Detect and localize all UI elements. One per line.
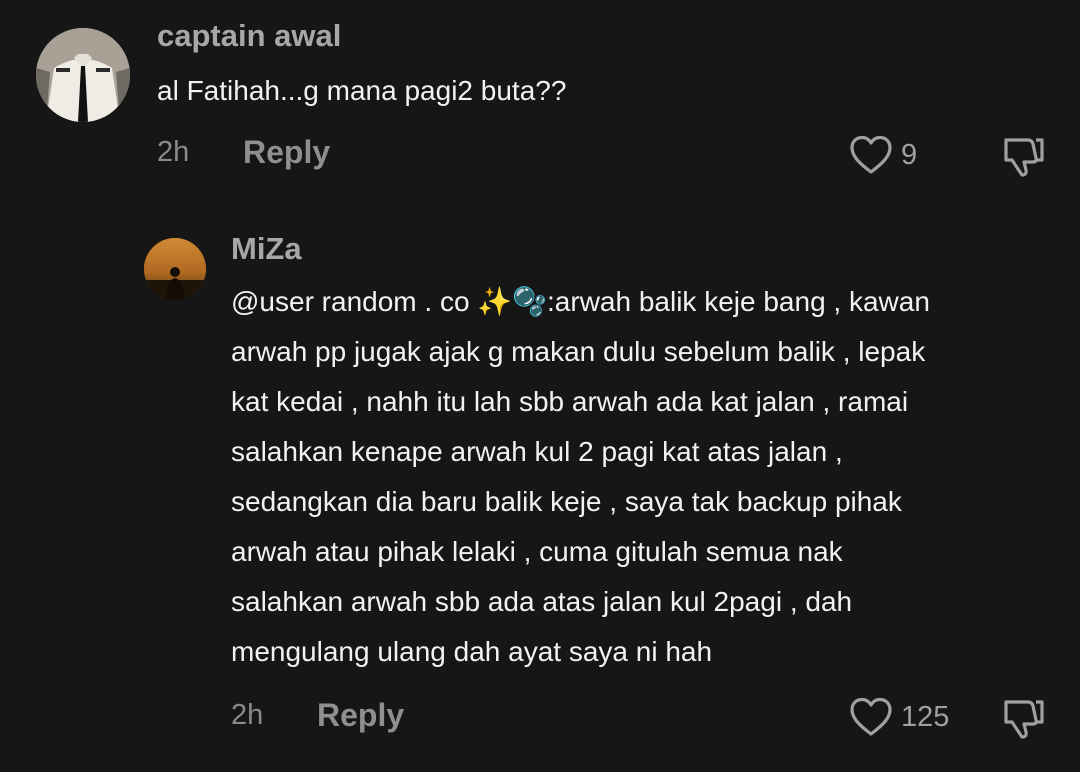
like-button[interactable]: 9 bbox=[849, 135, 917, 175]
comment-text: al Fatihah...g mana pagi2 buta?? bbox=[157, 75, 567, 106]
comment-line: arwah atau pihak lelaki , cuma gitulah s… bbox=[231, 536, 843, 567]
heart-icon bbox=[850, 135, 892, 174]
like-button[interactable]: 125 bbox=[849, 697, 949, 737]
comment-username[interactable]: MiZa bbox=[231, 231, 302, 267]
comment-line: sedangkan dia baru balik keje , saya tak… bbox=[231, 486, 902, 517]
like-count: 125 bbox=[901, 700, 950, 733]
comment-timestamp: 2h bbox=[231, 699, 264, 731]
comment-line: kat kedai , nahh itu lah sbb arwah ada k… bbox=[231, 386, 909, 417]
comment-line: @user random . co ✨🫧:arwah balik keje ba… bbox=[231, 286, 930, 317]
like-count: 9 bbox=[901, 138, 918, 171]
comment-thread: captain awal al Fatihah...g mana pagi2 b… bbox=[0, 0, 1080, 772]
dislike-button[interactable] bbox=[1000, 696, 1046, 745]
comment-line: arwah pp jugak ajak g makan dulu sebelum… bbox=[231, 336, 926, 367]
reply-button[interactable]: Reply bbox=[317, 697, 404, 734]
avatar[interactable] bbox=[36, 28, 130, 122]
dislike-button[interactable] bbox=[1000, 134, 1046, 183]
pilot-uniform-avatar-icon bbox=[36, 28, 130, 122]
comment-line: mengulang ulang dah ayat saya ni hah bbox=[231, 636, 713, 667]
sunset-silhouette-avatar-icon bbox=[144, 238, 206, 300]
comment-timestamp: 2h bbox=[157, 136, 190, 168]
comment-username[interactable]: captain awal bbox=[157, 18, 341, 54]
comment-line: salahkan arwah sbb ada atas jalan kul 2p… bbox=[231, 586, 853, 617]
reply-button[interactable]: Reply bbox=[243, 134, 330, 171]
heart-icon bbox=[850, 697, 892, 736]
avatar[interactable] bbox=[144, 238, 206, 300]
comment-text: @user random . co ✨🫧:arwah balik keje ba… bbox=[231, 277, 1051, 677]
thumbs-down-icon bbox=[1004, 138, 1044, 177]
comment-line: salahkan kenape arwah kul 2 pagi kat ata… bbox=[231, 436, 843, 467]
thumbs-down-icon bbox=[1004, 700, 1044, 739]
